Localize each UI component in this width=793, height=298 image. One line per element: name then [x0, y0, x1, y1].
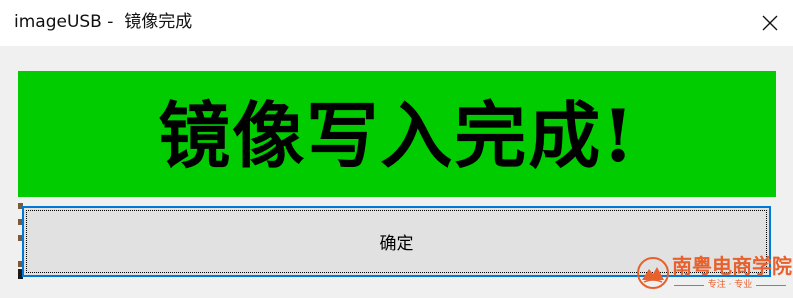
- close-button[interactable]: [747, 0, 793, 46]
- watermark-tagline-row: 专注 · 专业: [674, 280, 786, 290]
- title-bar: imageUSB - 镜像完成: [0, 0, 793, 46]
- status-banner: 镜像写入完成!: [18, 71, 776, 197]
- close-icon: [762, 15, 778, 31]
- watermark-tagline: 专注 · 专业: [707, 280, 753, 290]
- watermark: 南粤电商学院 专注 · 专业: [636, 252, 792, 294]
- watermark-name: 南粤电商学院: [672, 254, 792, 278]
- mountain-logo-icon: [637, 257, 669, 289]
- window-title: imageUSB - 镜像完成: [14, 12, 193, 32]
- status-message: 镜像写入完成!: [158, 93, 636, 178]
- ok-button-label: 确定: [379, 234, 414, 254]
